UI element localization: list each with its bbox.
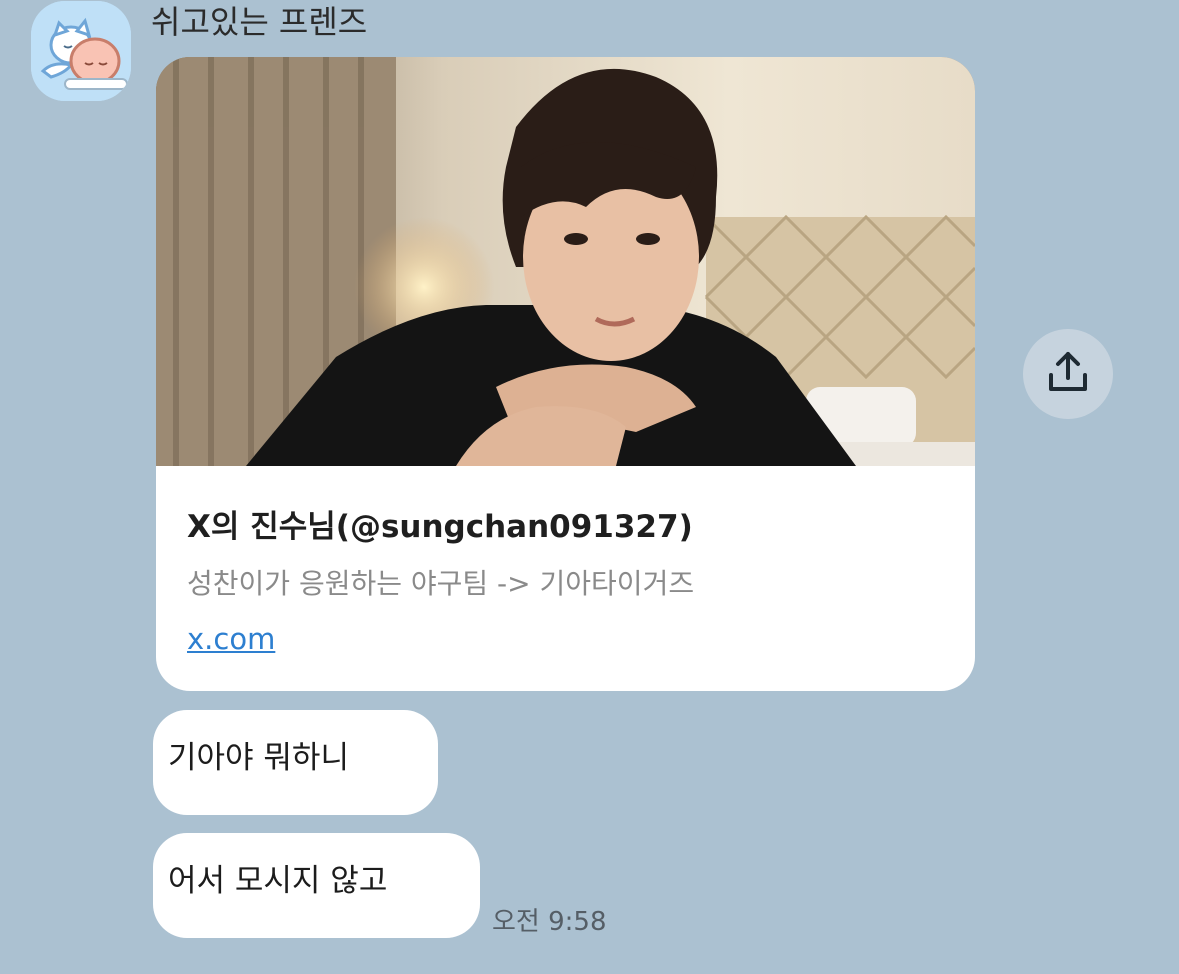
link-preview-card[interactable]: X의 진수님(@sungchan091327) 성찬이가 응원하는 야구팀 ->… <box>156 57 975 691</box>
message-timestamp: 오전 9:58 <box>492 907 607 937</box>
sleeping-friends-avatar-icon <box>31 1 131 101</box>
sender-name: 쉬고있는 프렌즈 <box>151 3 368 41</box>
share-button[interactable] <box>1023 329 1113 419</box>
sender-avatar[interactable] <box>31 1 131 101</box>
link-preview-domain[interactable]: x.com <box>187 622 275 656</box>
link-preview-image[interactable] <box>156 57 975 466</box>
profile-photo-icon <box>156 57 975 466</box>
link-preview-title: X의 진수님(@sungchan091327) <box>187 509 693 545</box>
message-bubble[interactable]: 기아야 뭐하니 <box>153 710 438 815</box>
share-upload-icon <box>1049 352 1087 391</box>
link-preview-description: 성찬이가 응원하는 야구팀 -> 기아타이거즈 <box>187 567 695 600</box>
message-bubble[interactable]: 어서 모시지 않고 <box>153 833 480 938</box>
